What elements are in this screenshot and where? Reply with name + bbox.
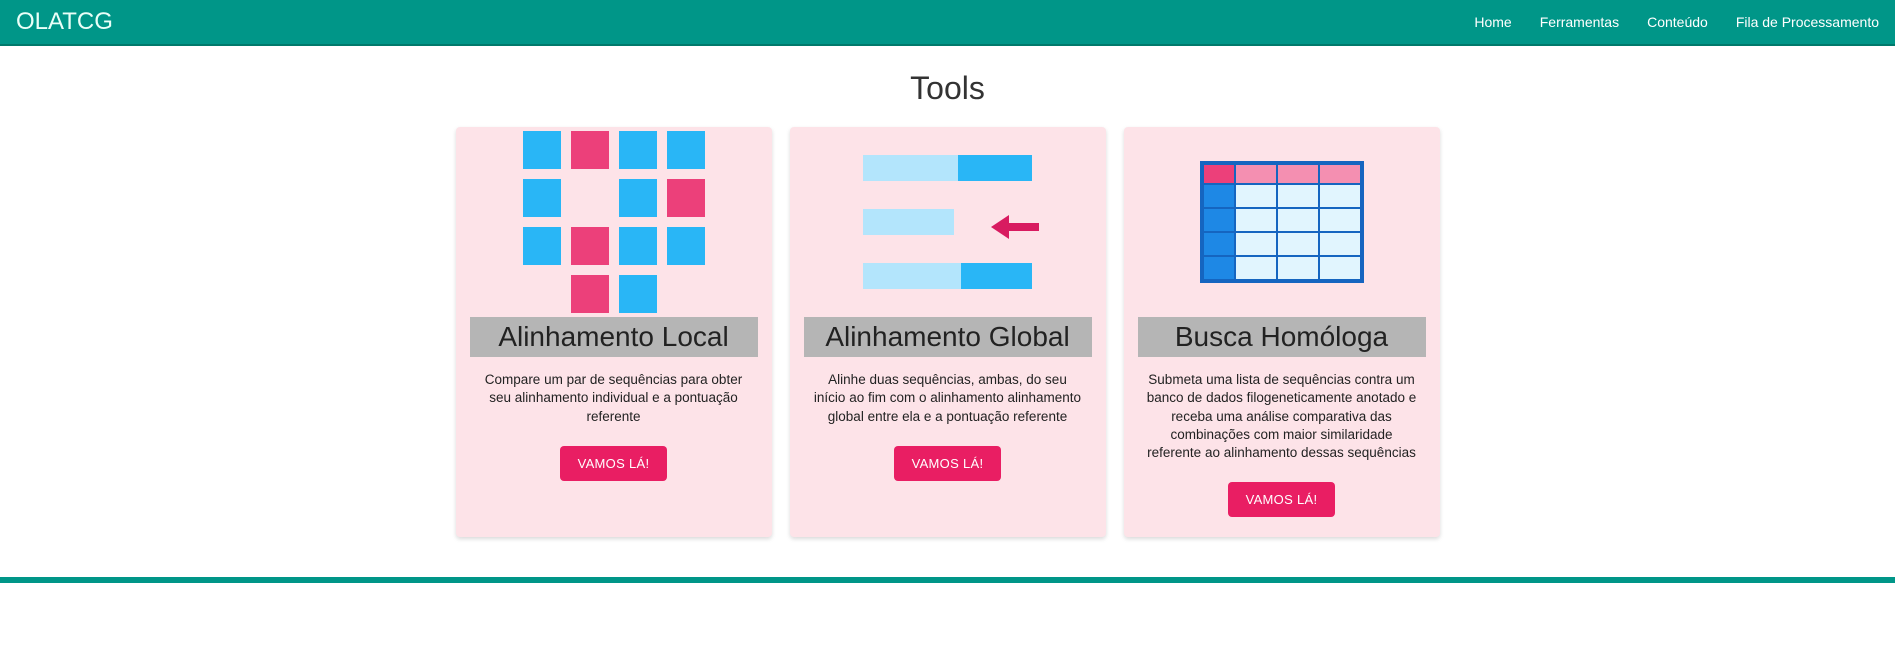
nav-link-home[interactable]: Home [1474, 14, 1511, 30]
footer-bar [0, 577, 1895, 583]
card-description: Compare um par de sequências para obter … [478, 371, 750, 426]
navbar: OLATCG Home Ferramentas Conteúdo Fila de… [0, 0, 1895, 46]
nav-link-fila[interactable]: Fila de Processamento [1736, 14, 1879, 30]
card-global-alignment: Alinhamento Global Alinhe duas sequência… [790, 127, 1106, 537]
arrow-left-icon [991, 217, 1039, 237]
card-description: Alinhe duas sequências, ambas, do seu in… [812, 371, 1084, 426]
card-local-alignment: Alinhamento Local Compare um par de sequ… [456, 127, 772, 537]
card-title: Alinhamento Local [470, 317, 758, 357]
card-homology-search: Busca Homóloga Submeta uma lista de sequ… [1124, 127, 1440, 537]
nav-link-ferramentas[interactable]: Ferramentas [1540, 14, 1619, 30]
cards-container: Alinhamento Local Compare um par de sequ… [0, 127, 1895, 567]
go-button-local[interactable]: VAMOS LÁ! [560, 446, 668, 481]
local-alignment-icon [470, 127, 758, 317]
brand-title[interactable]: OLATCG [16, 8, 113, 36]
homology-search-icon [1138, 127, 1426, 317]
card-description: Submeta uma lista de sequências contra u… [1146, 371, 1418, 462]
card-title: Busca Homóloga [1138, 317, 1426, 357]
global-alignment-icon [804, 127, 1092, 317]
go-button-homology[interactable]: VAMOS LÁ! [1228, 482, 1336, 517]
nav-links: Home Ferramentas Conteúdo Fila de Proces… [1474, 14, 1879, 30]
card-title: Alinhamento Global [804, 317, 1092, 357]
nav-link-conteudo[interactable]: Conteúdo [1647, 14, 1708, 30]
page-title: Tools [0, 70, 1895, 107]
go-button-global[interactable]: VAMOS LÁ! [894, 446, 1002, 481]
